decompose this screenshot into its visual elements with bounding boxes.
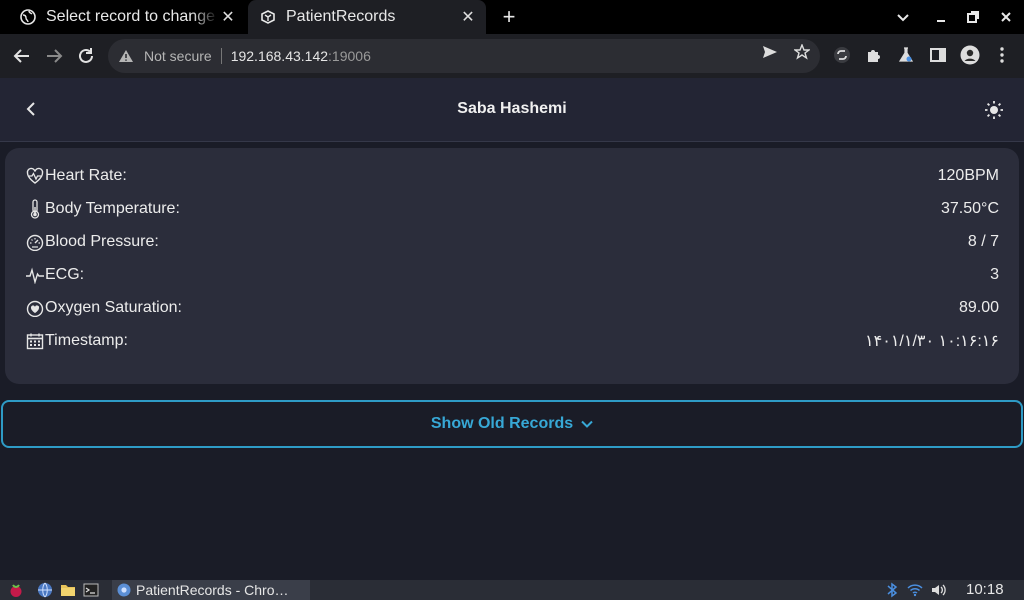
vital-value: 37.50°C xyxy=(941,200,999,217)
vital-row-oxygen-saturation: Oxygen Saturation: 89.00 xyxy=(25,295,999,321)
security-label: Not secure xyxy=(144,48,212,64)
extension-link-icon[interactable] xyxy=(832,45,852,65)
show-old-records-label: Show Old Records xyxy=(430,415,574,432)
taskbar-app-patient-records[interactable]: PatientRecords - Chro… xyxy=(112,580,310,600)
vital-row-timestamp: Timestamp: ۱۴۰۱/۱/۳۰ ۱۰:۱۶:۱۶ xyxy=(25,328,999,354)
divider xyxy=(220,48,222,64)
web-browser-icon[interactable] xyxy=(37,582,53,598)
tab-title: PatientRecords xyxy=(286,8,396,25)
app-header: Saba Hashemi xyxy=(0,78,1024,142)
profile-avatar-icon[interactable] xyxy=(960,45,980,65)
thermometer-icon xyxy=(25,199,45,219)
new-tab-button[interactable]: + xyxy=(498,4,520,29)
url-host: 192.168.43.142 xyxy=(230,48,329,64)
show-old-records-button[interactable]: Show Old Records xyxy=(1,400,1023,448)
forward-arrow-icon[interactable] xyxy=(42,44,66,68)
theme-toggle-button[interactable] xyxy=(982,98,1006,122)
vital-label: Oxygen Saturation: xyxy=(45,299,182,316)
close-tab-icon[interactable]: ✕ xyxy=(218,7,238,27)
vital-label: Heart Rate: xyxy=(45,167,127,184)
chromium-icon xyxy=(116,582,132,598)
volume-icon[interactable] xyxy=(931,582,947,598)
vital-label: Body Temperature: xyxy=(45,200,180,217)
heart-rate-icon xyxy=(25,166,45,186)
vital-value: 89.00 xyxy=(958,299,999,316)
vital-label: ECG: xyxy=(45,266,85,283)
vital-value: 120BPM xyxy=(937,167,999,184)
tab-search-icon[interactable] xyxy=(893,7,913,27)
vitals-card: Heart Rate: 120BPM Body Temperature: 37.… xyxy=(5,148,1019,384)
chevron-down-icon xyxy=(581,420,593,428)
calendar-icon xyxy=(25,331,45,351)
os-taskbar: PatientRecords - Chro… 10:18 xyxy=(0,580,1024,600)
vital-value: 8 / 7 xyxy=(967,233,999,250)
tab-strip: Select record to change | Django site ad… xyxy=(0,0,1024,34)
url-port: :19006 xyxy=(328,48,371,64)
tab-django-admin[interactable]: Select record to change | Django site ad… xyxy=(8,0,246,34)
vital-label: Blood Pressure: xyxy=(45,233,159,250)
wifi-icon[interactable] xyxy=(907,582,923,598)
vital-row-heart-rate: Heart Rate: 120BPM xyxy=(25,163,999,189)
vital-value: ۱۴۰۱/۱/۳۰ ۱۰:۱۶:۱۶ xyxy=(865,333,999,350)
taskbar-app-label: PatientRecords - Chro… xyxy=(136,582,289,598)
clock: 10:18 xyxy=(966,581,1004,598)
address-bar[interactable]: Not secure 192.168.43.142 :19006 xyxy=(108,39,820,73)
sun-icon xyxy=(985,101,1003,119)
raspberry-menu-icon[interactable] xyxy=(8,582,24,598)
patient-name: Saba Hashemi xyxy=(457,100,567,117)
close-window-icon[interactable] xyxy=(996,7,1016,27)
minimize-icon[interactable] xyxy=(931,7,951,27)
ecg-icon xyxy=(25,265,45,285)
labs-flask-icon[interactable] xyxy=(896,45,916,65)
restore-icon[interactable] xyxy=(963,7,983,27)
tab-patient-records[interactable]: PatientRecords ✕ xyxy=(248,0,486,34)
bookmark-star-icon[interactable] xyxy=(793,43,811,61)
tab-title: Select record to change | Django site ad… xyxy=(46,8,218,25)
back-arrow-icon[interactable] xyxy=(10,44,34,68)
gauge-icon xyxy=(25,232,45,252)
terminal-icon[interactable] xyxy=(83,582,99,598)
vital-row-blood-pressure: Blood Pressure: 8 / 7 xyxy=(25,229,999,255)
vital-label: Timestamp: xyxy=(45,332,128,349)
file-manager-icon[interactable] xyxy=(60,582,76,598)
side-panel-icon[interactable] xyxy=(928,45,948,65)
menu-dots-icon[interactable] xyxy=(992,45,1012,65)
send-icon[interactable] xyxy=(761,43,779,61)
app-logo-icon xyxy=(260,9,276,25)
vital-row-ecg: ECG: 3 xyxy=(25,262,999,288)
bluetooth-icon[interactable] xyxy=(884,582,900,598)
vital-row-body-temperature: Body Temperature: 37.50°C xyxy=(25,196,999,222)
extensions-puzzle-icon[interactable] xyxy=(864,45,884,65)
vital-value: 3 xyxy=(990,266,999,283)
warning-icon[interactable] xyxy=(118,49,136,63)
globe-icon xyxy=(20,9,36,25)
oxygen-icon xyxy=(25,298,45,318)
close-tab-icon[interactable]: ✕ xyxy=(458,7,478,27)
reload-icon[interactable] xyxy=(74,44,98,68)
